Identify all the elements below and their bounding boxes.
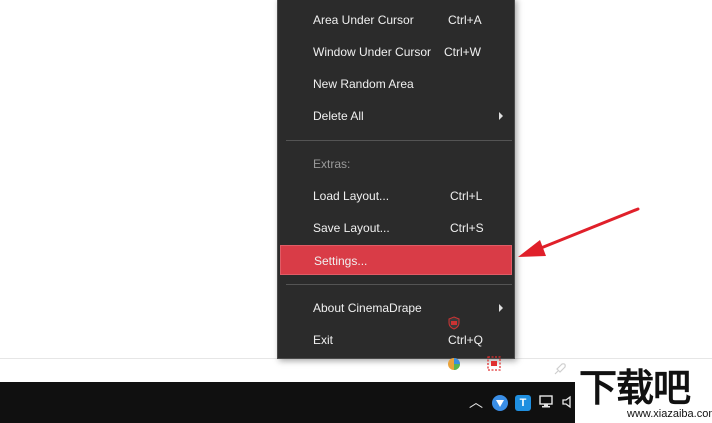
menu-header-extras: Extras: xyxy=(278,149,514,179)
t-app-tray-icon[interactable]: T xyxy=(515,395,531,411)
browser-tray-icon[interactable] xyxy=(492,395,508,411)
watermark-brand: 下载吧 xyxy=(579,366,691,410)
menu-item-shortcut: Ctrl+L xyxy=(450,189,483,203)
menu-separator xyxy=(286,284,512,285)
show-hidden-icons-icon[interactable]: ︿ xyxy=(469,395,483,409)
tray-overflow-icons xyxy=(435,310,566,383)
context-menu: Area Under Cursor Ctrl+A Window Under Cu… xyxy=(277,0,515,359)
menu-item-delete-all[interactable]: Delete All xyxy=(278,101,514,131)
menu-item-label: About CinemaDrape xyxy=(313,301,422,315)
menu-item-window-under-cursor[interactable]: Window Under Cursor Ctrl+W xyxy=(278,37,514,67)
menu-item-label: Area Under Cursor xyxy=(313,13,414,27)
submenu-arrow-icon xyxy=(499,112,503,120)
menu-item-shortcut: Ctrl+S xyxy=(450,221,484,235)
menu-separator xyxy=(286,140,512,141)
volume-icon[interactable] xyxy=(562,395,576,411)
watermark-logo: 下载吧 www.xiazaiba.com xyxy=(575,366,712,423)
menu-item-new-random-area[interactable]: New Random Area xyxy=(278,69,514,99)
color-app-icon[interactable] xyxy=(447,357,461,371)
rocket-icon[interactable] xyxy=(553,362,567,376)
menu-item-load-layout[interactable]: Load Layout... Ctrl+L xyxy=(278,181,514,211)
menu-item-label: Exit xyxy=(313,333,334,347)
menu-item-label: Window Under Cursor xyxy=(313,45,432,59)
menu-item-shortcut: Ctrl+A xyxy=(448,13,482,27)
shield-icon[interactable] xyxy=(447,316,461,330)
menu-item-label: New Random Area xyxy=(313,77,414,91)
network-icon[interactable] xyxy=(539,395,555,411)
menu-item-save-layout[interactable]: Save Layout... Ctrl+S xyxy=(278,213,514,243)
menu-item-label: Settings... xyxy=(314,254,368,268)
menu-header-label: Extras: xyxy=(313,157,351,171)
menu-item-label: Delete All xyxy=(313,109,364,123)
menu-item-label: Save Layout... xyxy=(313,221,390,235)
watermark-domain: www.xiazaiba.com xyxy=(627,408,712,420)
menu-item-settings[interactable]: Settings... xyxy=(280,245,512,275)
menu-item-label: Load Layout... xyxy=(313,189,390,203)
menu-item-shortcut: Ctrl+W xyxy=(444,45,481,59)
screen-capture-icon[interactable] xyxy=(487,356,501,371)
menu-item-area-under-cursor[interactable]: Area Under Cursor Ctrl+A xyxy=(278,5,514,35)
pointer-arrow-annotation xyxy=(518,207,640,257)
